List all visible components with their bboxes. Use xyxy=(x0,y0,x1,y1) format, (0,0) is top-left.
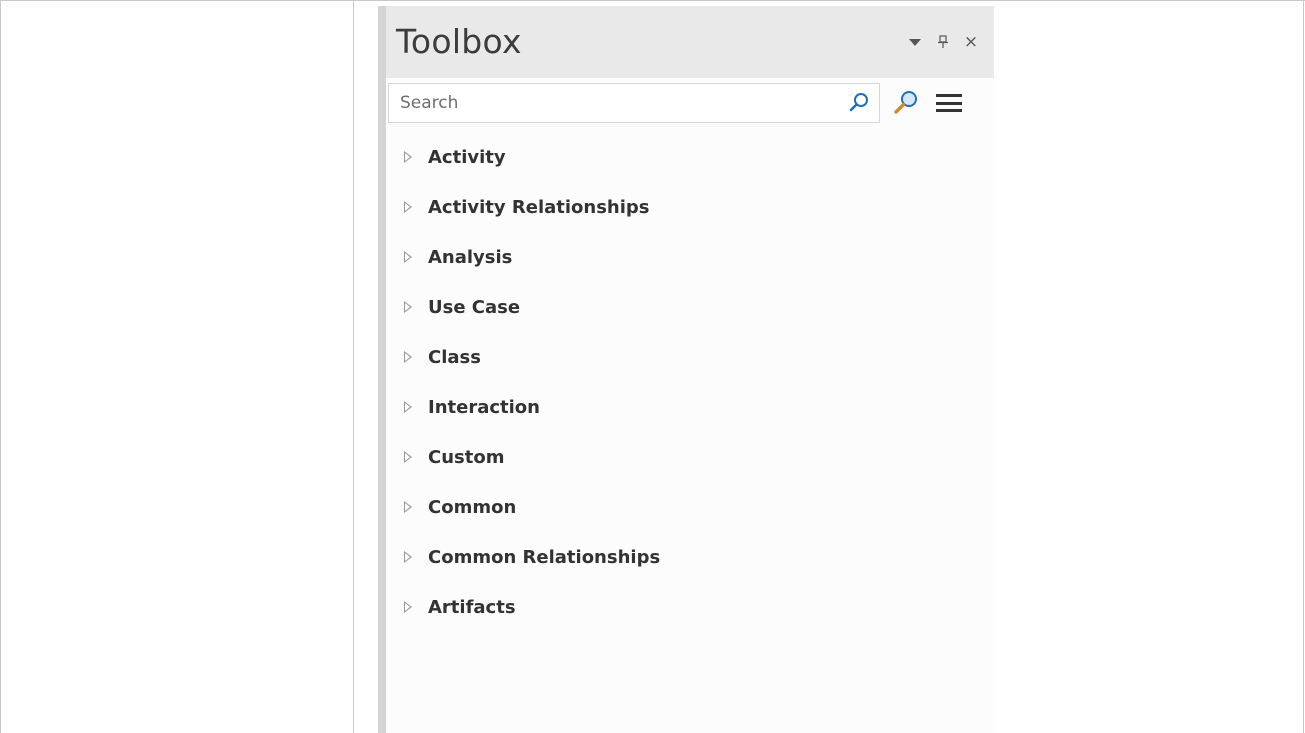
toolbox-window-controls: × xyxy=(906,32,980,52)
menu-line-icon xyxy=(936,101,962,105)
group-label: Activity xyxy=(428,146,506,168)
window-border-left xyxy=(0,0,1,733)
toolbox-group-analysis[interactable]: Analysis xyxy=(386,232,994,282)
toolbox-group-use-case[interactable]: Use Case xyxy=(386,282,994,332)
toolbox-group-common[interactable]: Common xyxy=(386,482,994,532)
group-label: Analysis xyxy=(428,246,513,268)
window-border-top xyxy=(0,0,1305,1)
toolbox-group-class[interactable]: Class xyxy=(386,332,994,382)
group-label: Interaction xyxy=(428,396,540,418)
search-box xyxy=(388,83,880,123)
close-button[interactable]: × xyxy=(962,32,980,52)
magnifier-icon xyxy=(894,91,917,114)
expand-arrow-icon xyxy=(404,351,412,363)
toolbox-header: Toolbox × xyxy=(386,6,994,78)
expand-arrow-icon xyxy=(404,201,412,213)
expand-arrow-icon xyxy=(404,601,412,613)
toolbox-group-common-relationships[interactable]: Common Relationships xyxy=(386,532,994,582)
pin-button[interactable] xyxy=(934,32,952,52)
expand-arrow-icon xyxy=(404,301,412,313)
expand-arrow-icon xyxy=(404,501,412,513)
pane-divider[interactable] xyxy=(353,0,354,733)
expand-arrow-icon xyxy=(404,251,412,263)
menu-line-icon xyxy=(936,94,962,97)
toolbox-group-activity[interactable]: Activity xyxy=(386,132,994,182)
options-dropdown-button[interactable] xyxy=(906,32,924,52)
group-label: Common Relationships xyxy=(428,546,661,568)
find-toolbox-item-button[interactable] xyxy=(892,89,920,117)
group-label: Activity Relationships xyxy=(428,196,650,218)
search-row xyxy=(386,80,994,126)
expand-arrow-icon xyxy=(404,401,412,413)
toolbox-group-list: Activity Activity Relationships Analysis… xyxy=(386,132,994,632)
window-border-right xyxy=(1303,0,1304,733)
expand-arrow-icon xyxy=(404,151,412,163)
pin-icon xyxy=(938,35,948,48)
toolbox-group-artifacts[interactable]: Artifacts xyxy=(386,582,994,632)
toolbox-panel: Toolbox × Search Activity Activity Relat… xyxy=(378,6,994,733)
expand-arrow-icon xyxy=(404,551,412,563)
group-label: Artifacts xyxy=(428,596,516,618)
toolbox-title: Toolbox xyxy=(396,22,522,61)
toolbox-group-activity-relationships[interactable]: Activity Relationships xyxy=(386,182,994,232)
group-label: Common xyxy=(428,496,517,518)
hamburger-menu-button[interactable] xyxy=(936,91,962,115)
close-icon: × xyxy=(963,32,979,52)
menu-line-icon xyxy=(936,109,962,112)
search-icon xyxy=(849,93,868,112)
dropdown-arrow-icon xyxy=(909,38,921,46)
group-label: Use Case xyxy=(428,296,521,318)
search-input[interactable] xyxy=(389,84,840,122)
group-label: Custom xyxy=(428,446,505,468)
search-inline-button[interactable] xyxy=(847,91,871,115)
toolbox-group-interaction[interactable]: Interaction xyxy=(386,382,994,432)
group-label: Class xyxy=(428,346,481,368)
expand-arrow-icon xyxy=(404,451,412,463)
toolbox-group-custom[interactable]: Custom xyxy=(386,432,994,482)
